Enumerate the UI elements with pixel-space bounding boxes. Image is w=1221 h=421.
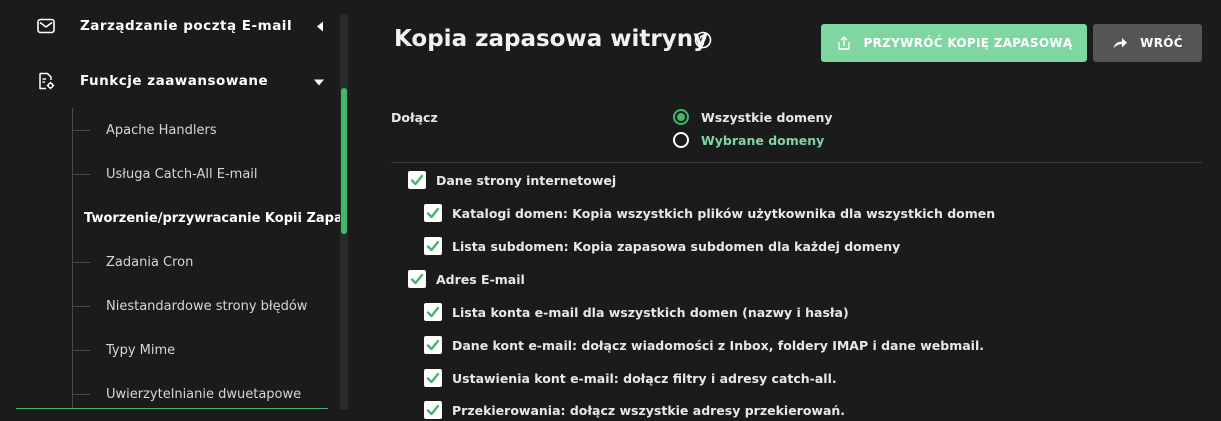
restore-backup-button[interactable]: PRZYWRÓĆ KOPIĘ ZAPASOWĄ bbox=[821, 24, 1087, 62]
sidebar: Zarządzanie pocztą E-mail Funkcje zaawan… bbox=[0, 0, 348, 421]
radio-button[interactable] bbox=[673, 132, 689, 148]
sidebar-item-label: Niestandardowe strony błędów bbox=[106, 298, 308, 314]
sidebar-menu: Zarządzanie pocztą E-mail Funkcje zaawan… bbox=[0, 0, 340, 409]
checkbox-label: Przekierowania: dołącz wszystkie adresy … bbox=[452, 402, 846, 418]
sidebar-item-label: Typy Mime bbox=[106, 342, 176, 358]
check-icon bbox=[410, 273, 424, 285]
radio-button[interactable] bbox=[673, 109, 689, 125]
back-button[interactable]: WRÓĆ bbox=[1093, 24, 1202, 62]
checkbox-label: Katalogi domen: Kopia wszystkich plików … bbox=[452, 205, 996, 221]
radio-all-domains[interactable]: Wszystkie domeny bbox=[673, 109, 833, 125]
sidebar-item-label: Zadania Cron bbox=[106, 254, 194, 270]
radio-label: Wybrane domeny bbox=[701, 132, 825, 148]
check-icon bbox=[426, 207, 440, 219]
question-circle-icon[interactable] bbox=[694, 31, 712, 49]
envelope-icon bbox=[36, 16, 56, 36]
sidebar-item-cron[interactable]: Zadania Cron bbox=[72, 251, 340, 273]
sidebar-item-two-factor[interactable]: Uwierzytelnianie dwuetapowe bbox=[72, 383, 340, 405]
caret-left-icon bbox=[316, 17, 324, 36]
check-icon bbox=[426, 240, 440, 252]
sidebar-item-catch-all[interactable]: Usługa Catch-All E-mail bbox=[72, 163, 340, 185]
checkbox-website-data[interactable]: Dane strony internetowej bbox=[408, 171, 616, 189]
main-content: Kopia zapasowa witryny PRZYWRÓĆ KOPIĘ ZA… bbox=[348, 0, 1221, 421]
sidebar-item-label: Usługa Catch-All E-mail bbox=[106, 166, 258, 182]
checkbox[interactable] bbox=[424, 401, 442, 419]
page-title: Kopia zapasowa witryny bbox=[394, 26, 709, 52]
checkbox-domain-directories[interactable]: Katalogi domen: Kopia wszystkich plików … bbox=[424, 204, 995, 222]
checkbox-forwarders[interactable]: Przekierowania: dołącz wszystkie adresy … bbox=[424, 401, 845, 419]
checkbox-label: Lista subdomen: Kopia zapasowa subdomen … bbox=[452, 238, 901, 254]
checkbox[interactable] bbox=[424, 336, 442, 354]
include-label: Dołącz bbox=[391, 110, 438, 125]
checkbox-email-accounts[interactable]: Lista konta e-mail dla wszystkich domen … bbox=[424, 303, 849, 321]
checkbox-email-data[interactable]: Dane kont e-mail: dołącz wiadomości z In… bbox=[424, 336, 984, 354]
sidebar-item-error-pages[interactable]: Niestandardowe strony błędów bbox=[72, 295, 340, 317]
radio-label: Wszystkie domeny bbox=[701, 109, 833, 125]
checkbox-label: Lista konta e-mail dla wszystkich domen … bbox=[452, 304, 849, 320]
checkbox[interactable] bbox=[424, 303, 442, 321]
sidebar-item-mime-types[interactable]: Typy Mime bbox=[72, 339, 340, 361]
check-icon bbox=[426, 404, 440, 416]
section-divider bbox=[391, 162, 1202, 163]
check-icon bbox=[410, 174, 424, 186]
checkbox-label: Dane kont e-mail: dołącz wiadomości z In… bbox=[452, 337, 984, 353]
sidebar-menu-label: Zarządzanie pocztą E-mail bbox=[80, 18, 293, 34]
sidebar-item-backup[interactable]: Tworzenie/przywracanie Kopii Zapasowej bbox=[72, 207, 340, 229]
sidebar-item-label: Uwierzytelnianie dwuetapowe bbox=[106, 386, 302, 402]
checkbox-email-settings[interactable]: Ustawienia kont e-mail: dołącz filtry i … bbox=[424, 369, 837, 387]
back-label: WRÓĆ bbox=[1140, 36, 1183, 50]
document-gear-icon bbox=[36, 71, 56, 91]
sidebar-menu-label: Funkcje zaawansowane bbox=[80, 73, 269, 89]
checkbox-label: Ustawienia kont e-mail: dołącz filtry i … bbox=[452, 370, 837, 386]
caret-down-icon bbox=[314, 72, 324, 91]
sidebar-item-label: Tworzenie/przywracanie Kopii Zapasowej bbox=[84, 210, 340, 226]
sidebar-menu-advanced[interactable]: Funkcje zaawansowane bbox=[0, 61, 330, 101]
checkbox-label: Adres E-mail bbox=[436, 271, 525, 287]
checkbox[interactable] bbox=[424, 369, 442, 387]
checkbox-subdomain-list[interactable]: Lista subdomen: Kopia zapasowa subdomen … bbox=[424, 237, 900, 255]
checkbox-email[interactable]: Adres E-mail bbox=[408, 270, 525, 288]
share-arrow-icon bbox=[1113, 38, 1128, 49]
upload-box-icon bbox=[837, 36, 850, 50]
restore-backup-label: PRZYWRÓĆ KOPIĘ ZAPASOWĄ bbox=[863, 36, 1073, 50]
checkbox[interactable] bbox=[408, 270, 426, 288]
sidebar-menu-email[interactable]: Zarządzanie pocztą E-mail bbox=[0, 6, 330, 46]
sidebar-active-underline bbox=[16, 408, 328, 409]
checkbox[interactable] bbox=[424, 237, 442, 255]
sidebar-item-apache-handlers[interactable]: Apache Handlers bbox=[72, 119, 340, 141]
checkbox-label: Dane strony internetowej bbox=[436, 172, 617, 188]
sidebar-item-label: Apache Handlers bbox=[106, 122, 217, 138]
checkbox[interactable] bbox=[408, 171, 426, 189]
sidebar-scrollbar-thumb[interactable] bbox=[341, 88, 347, 234]
radio-selected-domains[interactable]: Wybrane domeny bbox=[673, 132, 824, 148]
check-icon bbox=[426, 372, 440, 384]
check-icon bbox=[426, 306, 440, 318]
checkbox[interactable] bbox=[424, 204, 442, 222]
check-icon bbox=[426, 339, 440, 351]
